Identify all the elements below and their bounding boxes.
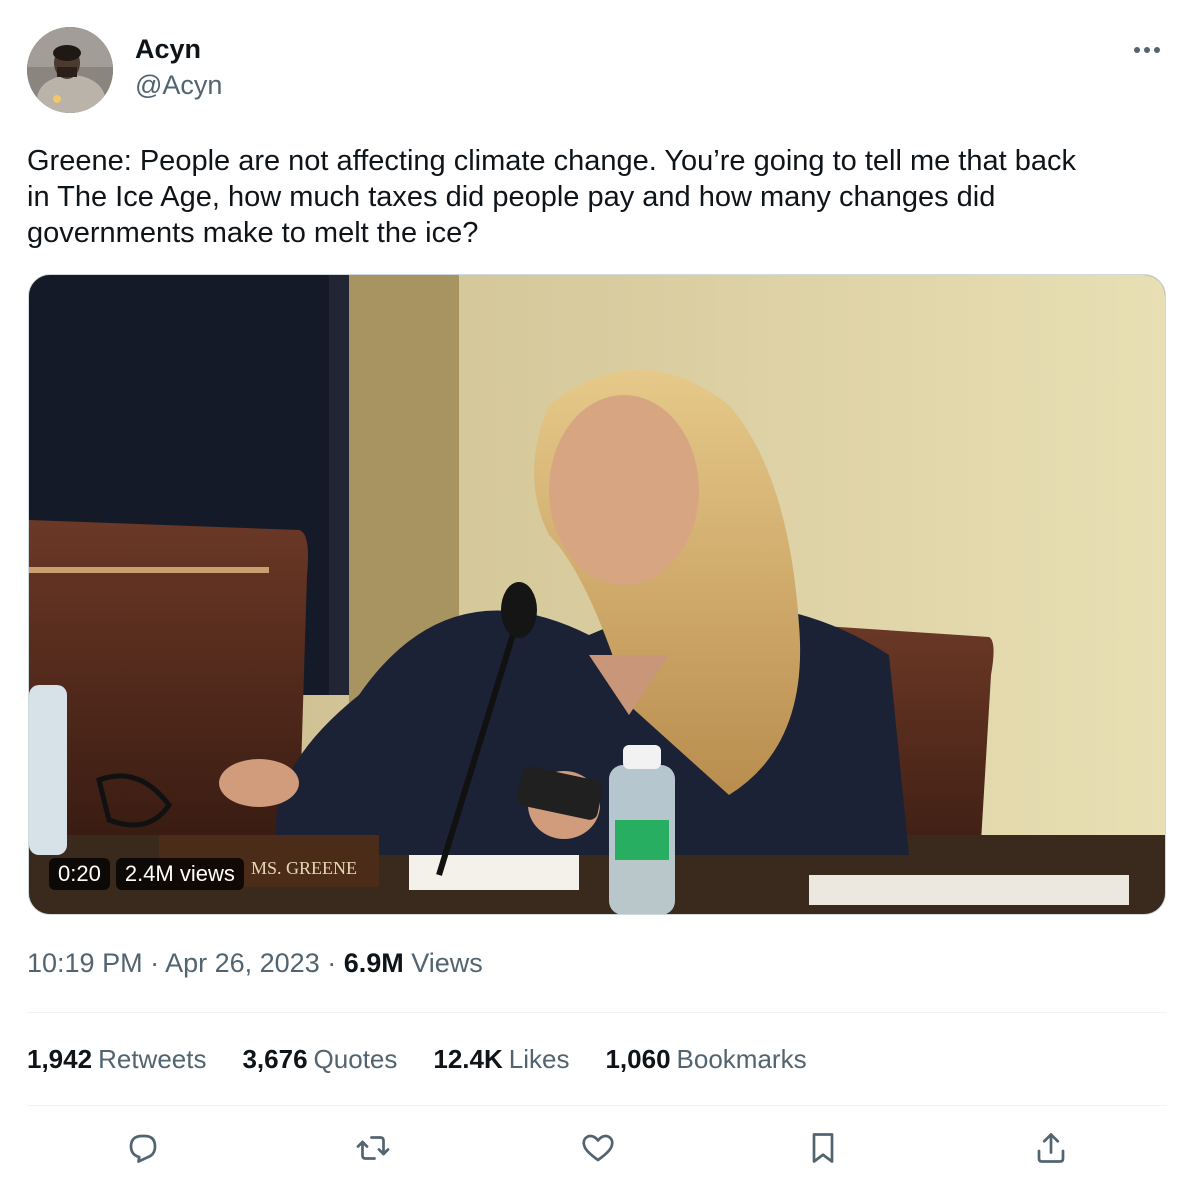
divider	[27, 1105, 1167, 1106]
tweet-time[interactable]: 10:19 PM	[27, 948, 143, 978]
video-badges: 0:20 2.4M views	[49, 858, 244, 890]
stat-bookmarks[interactable]: 1,060 Bookmarks	[605, 1040, 806, 1078]
video-thumbnail: MS. GREENE	[29, 275, 1165, 914]
meta-separator: ·	[319, 948, 344, 978]
reply-icon	[125, 1130, 161, 1171]
stat-label: Bookmarks	[676, 1044, 807, 1074]
engagement-stats: 1,942 Retweets 3,676 Quotes 12.4K Likes 1,0…	[27, 1040, 807, 1078]
heart-icon	[580, 1130, 616, 1171]
avatar[interactable]	[27, 27, 113, 113]
stat-count: 1,060	[605, 1044, 671, 1074]
stat-likes[interactable]: 12.4K Likes	[433, 1040, 569, 1078]
views-count: 6.9M	[343, 948, 404, 978]
video-views-badge: 2.4M views	[115, 858, 244, 890]
stat-count: 3,676	[242, 1044, 308, 1074]
share-icon	[1033, 1130, 1069, 1171]
bookmark-button[interactable]	[795, 1122, 851, 1178]
stat-retweets[interactable]: 1,942 Retweets	[27, 1040, 206, 1078]
meta-separator: ·	[142, 948, 166, 978]
retweet-button[interactable]	[345, 1122, 401, 1178]
like-button[interactable]	[570, 1122, 626, 1178]
stat-count: 1,942	[27, 1044, 93, 1074]
views-label: Views	[403, 948, 483, 978]
more-options-button[interactable]	[1127, 35, 1167, 65]
reply-button[interactable]	[115, 1122, 171, 1178]
share-button[interactable]	[1023, 1122, 1079, 1178]
author-names: Acyn @Acyn	[135, 31, 222, 103]
tweet-meta: 10:19 PM · Apr 26, 2023 · 6.9M Views	[27, 944, 483, 982]
tweet-text: Greene: People are not affecting climate…	[27, 145, 1076, 249]
video-duration-badge: 0:20	[49, 858, 110, 890]
tweet-header: Acyn @Acyn	[27, 27, 1167, 113]
stat-count: 12.4K	[433, 1044, 503, 1074]
stat-label: Retweets	[98, 1044, 207, 1074]
nameplate-text: MS. GREENE	[251, 858, 357, 878]
handle[interactable]: @Acyn	[135, 67, 222, 103]
stat-quotes[interactable]: 3,676 Quotes	[242, 1040, 397, 1078]
bookmark-icon	[805, 1130, 841, 1171]
stat-label: Quotes	[313, 1044, 398, 1074]
divider	[27, 1012, 1167, 1013]
action-bar	[27, 1122, 1167, 1178]
tweet-date[interactable]: Apr 26, 2023	[165, 948, 320, 978]
stat-label: Likes	[508, 1044, 570, 1074]
more-horizontal-icon	[1133, 41, 1161, 59]
retweet-icon	[355, 1130, 391, 1171]
video-player[interactable]: MS. GREENE 0:20 2.4M views	[28, 274, 1166, 915]
display-name[interactable]: Acyn	[135, 31, 222, 67]
